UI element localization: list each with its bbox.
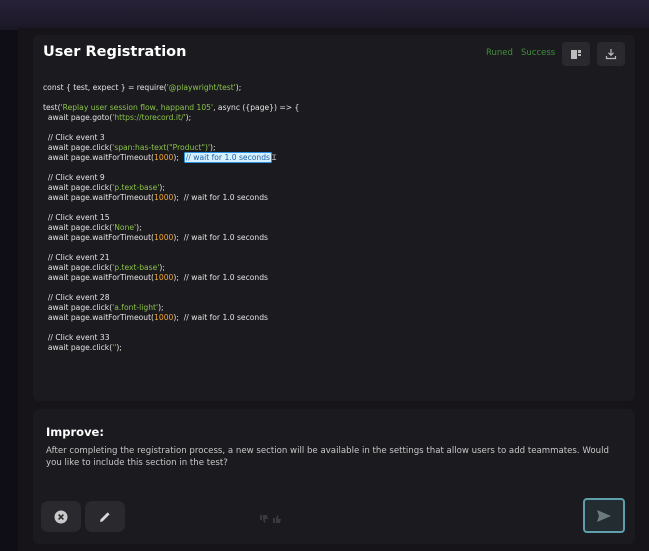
page-title: User Registration: [43, 44, 187, 60]
code-block: const { test, expect } = require('@playw…: [43, 83, 299, 353]
code-comment: // Click event 9: [43, 173, 105, 182]
highlighted-comment[interactable]: // wait for 1.0 seconds: [183, 152, 272, 163]
code-line: await page.click('span:has-text("Product…: [43, 143, 216, 152]
code-line: await page.click('None');: [43, 223, 142, 232]
improve-panel: Improve: After completing the registrati…: [33, 409, 635, 544]
send-icon: [597, 509, 611, 522]
thumbs-up-icon[interactable]: [272, 514, 282, 524]
copy-button[interactable]: [562, 42, 590, 66]
dismiss-button[interactable]: [41, 501, 81, 532]
improve-text: After completing the registration proces…: [46, 446, 609, 468]
improve-title: Improve:: [46, 425, 104, 439]
code-line: await page.click('a.font-light');: [43, 303, 164, 312]
pencil-icon: [100, 511, 110, 522]
send-button[interactable]: [583, 498, 625, 533]
close-circle-icon: [54, 510, 68, 523]
feedback-thumbs: [259, 514, 282, 524]
code-line: await page.waitForTimeout(1000); // wait…: [43, 273, 268, 282]
thumbs-down-icon[interactable]: [259, 514, 269, 524]
code-comment: // Click event 33: [43, 333, 110, 342]
code-line: await page.waitForTimeout(1000); // wait…: [43, 233, 268, 242]
download-button[interactable]: [597, 42, 625, 66]
code-comment: // Click event 3: [43, 133, 105, 142]
code-line: await page.goto('https://torecord.it/');: [43, 113, 192, 122]
code-comment: // Click event 21: [43, 253, 110, 262]
code-line: test('Replay user session flow, happand …: [43, 103, 300, 112]
code-line: await page.click('p.text-base');: [43, 263, 165, 272]
download-icon: [605, 49, 617, 60]
code-line: await page.waitForTimeout(1000); // wait…: [43, 313, 268, 322]
edit-button[interactable]: [85, 501, 125, 532]
clipboard-icon: [571, 50, 581, 59]
status-runed: Runed: [486, 48, 513, 58]
code-line: const { test, expect } = require('@playw…: [43, 83, 242, 92]
code-line: await page.click('');: [43, 343, 122, 352]
code-line: await page.waitForTimeout(1000); // wait…: [43, 152, 277, 163]
code-comment: // Click event 28: [43, 293, 110, 302]
status-success: Success: [521, 48, 556, 58]
code-line: await page.click('p.text-base');: [43, 183, 165, 192]
text-cursor: Ɪ: [272, 153, 277, 162]
code-line: await page.waitForTimeout(1000); // wait…: [43, 193, 268, 202]
code-panel: User Registration Runed Success const { …: [33, 35, 635, 401]
code-comment: // Click event 15: [43, 213, 110, 222]
top-bar-background: [0, 0, 649, 30]
